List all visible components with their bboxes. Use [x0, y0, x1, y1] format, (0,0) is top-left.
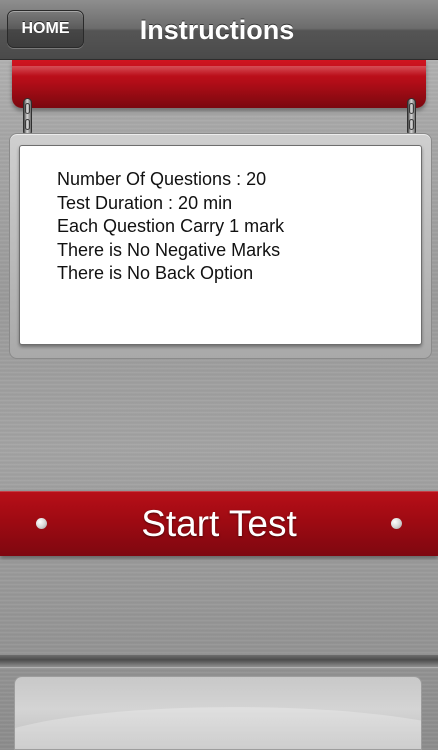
home-button[interactable]: HOME	[7, 10, 84, 48]
start-test-button[interactable]: Start Test	[0, 491, 438, 556]
start-test-label: Start Test	[141, 503, 297, 544]
shelf-tray	[14, 676, 422, 750]
hanging-ring-right	[407, 98, 416, 136]
instruction-question-count: Number Of Questions : 20	[57, 169, 267, 189]
instruction-marks: Each Question Carry 1 mark	[57, 216, 285, 236]
page-title: Instructions	[139, 15, 295, 45]
navigation-bar: HOME Instructions	[0, 0, 438, 60]
instructions-list: Number Of Questions : 20 Test Duration :…	[57, 168, 284, 286]
hanging-ring-left	[23, 98, 32, 136]
instruction-duration: Test Duration : 20 min	[57, 192, 233, 213]
instruction-negative-marks: There is No Negative Marks	[57, 239, 281, 260]
banner-roll	[12, 60, 426, 108]
instruction-back-option: There is No Back Option	[57, 263, 254, 283]
rivet-right-icon	[391, 518, 402, 529]
shelf-groove	[0, 655, 438, 667]
instructions-card: Number Of Questions : 20 Test Duration :…	[19, 145, 422, 345]
